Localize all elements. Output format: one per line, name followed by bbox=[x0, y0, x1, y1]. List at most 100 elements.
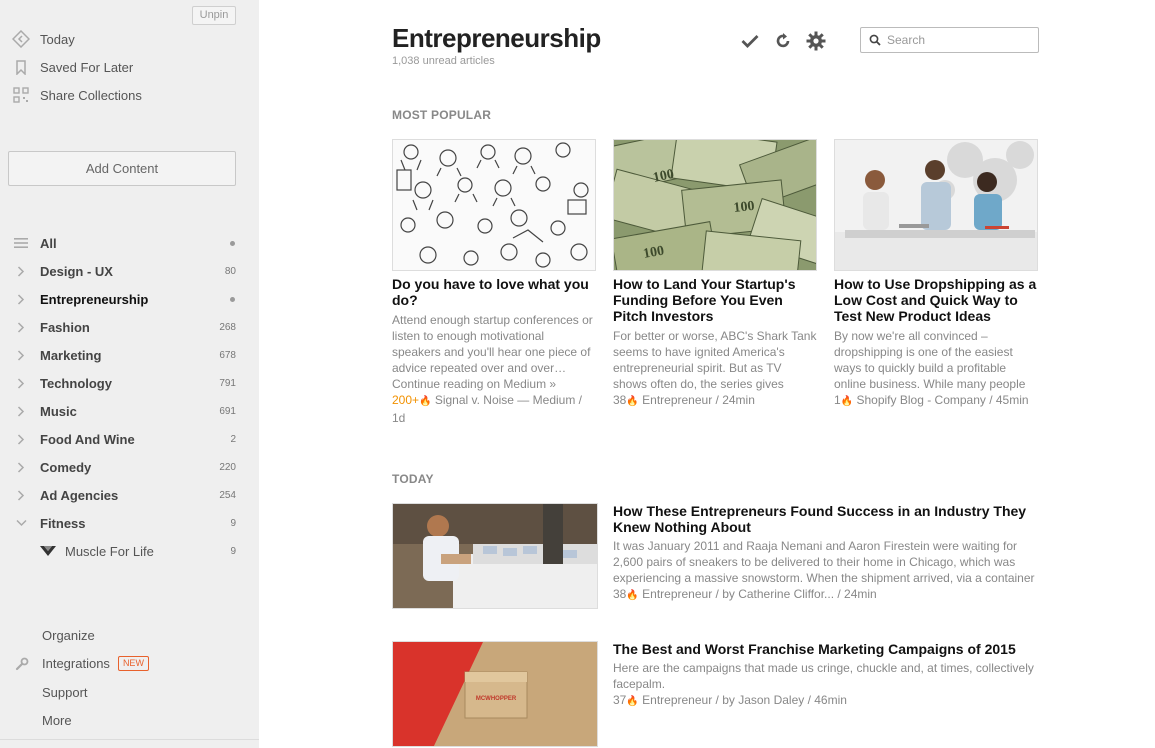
feed-label: Technology bbox=[40, 375, 112, 391]
subfeed-count: 9 bbox=[230, 545, 236, 557]
summary-text: Attend enough startup conferences or lis… bbox=[392, 313, 593, 375]
article-thumbnail-sneakers[interactable] bbox=[392, 503, 598, 609]
nav-share-collections[interactable]: Share Collections bbox=[0, 81, 259, 109]
article-summary: For better or worse, ABC's Shark Tank se… bbox=[613, 329, 817, 391]
article-meta: 1🔥 Shopify Blog - Company / 45min bbox=[834, 392, 1038, 410]
chevron-right-icon[interactable] bbox=[0, 349, 40, 361]
article-source[interactable]: Shopify Blog - Company / 45min bbox=[856, 393, 1028, 407]
nav-share-label: Share Collections bbox=[40, 87, 142, 103]
main-content: Entrepreneurship 1,038 unread articles S… bbox=[259, 0, 1155, 748]
feed-design-ux[interactable]: Design - UX 80 bbox=[0, 257, 259, 285]
feed-label: Fashion bbox=[40, 319, 90, 335]
engagement-count: 1🔥 bbox=[834, 393, 853, 407]
feed-fitness[interactable]: Fitness 9 bbox=[0, 509, 259, 537]
feed-fashion[interactable]: Fashion 268 bbox=[0, 313, 259, 341]
new-badge: NEW bbox=[117, 656, 149, 672]
chevron-right-icon[interactable] bbox=[0, 405, 40, 417]
subfeed-muscle-for-life[interactable]: Muscle For Life 9 bbox=[0, 537, 259, 565]
unread-count: 1,038 unread articles bbox=[392, 55, 495, 67]
refresh-icon bbox=[776, 33, 790, 48]
search-input[interactable] bbox=[887, 33, 1027, 47]
svg-text:100: 100 bbox=[733, 199, 755, 216]
collections-icon bbox=[0, 87, 40, 103]
list-icon bbox=[0, 237, 40, 249]
search-box[interactable] bbox=[860, 27, 1039, 53]
feed-technology[interactable]: Technology 791 bbox=[0, 369, 259, 397]
feed-music[interactable]: Music 691 bbox=[0, 397, 259, 425]
mark-as-read-button[interactable] bbox=[739, 30, 761, 52]
chevron-right-icon[interactable] bbox=[0, 265, 40, 277]
chevron-right-icon[interactable] bbox=[0, 321, 40, 333]
refresh-button[interactable] bbox=[772, 30, 794, 52]
unread-dot bbox=[230, 296, 235, 302]
article-summary: It was January 2011 and Raaja Nemani and… bbox=[613, 539, 1035, 585]
feed-food-and-wine[interactable]: Food And Wine 2 bbox=[0, 425, 259, 453]
wrench-icon bbox=[0, 657, 42, 671]
unpin-button[interactable]: Unpin bbox=[192, 6, 236, 25]
flame-icon: 🔥 bbox=[626, 396, 639, 407]
feed-marketing[interactable]: Marketing 678 bbox=[0, 341, 259, 369]
nav-today[interactable]: Today bbox=[0, 25, 259, 53]
article-row[interactable]: How These Entrepreneurs Found Success in… bbox=[392, 503, 1040, 609]
sidebar: Unpin Today Saved For Later Share Collec… bbox=[0, 0, 259, 748]
support-label: Support bbox=[42, 684, 88, 700]
flame-icon: 🔥 bbox=[419, 396, 432, 407]
nav-integrations[interactable]: Integrations NEW bbox=[0, 650, 259, 679]
chevron-right-icon[interactable] bbox=[0, 489, 40, 501]
feed-comedy[interactable]: Comedy 220 bbox=[0, 453, 259, 481]
chevron-right-icon[interactable] bbox=[0, 461, 40, 473]
flame-icon: 🔥 bbox=[626, 696, 639, 707]
feed-count: 678 bbox=[219, 349, 236, 361]
article-source[interactable]: Entrepreneur / by Jason Daley / 46min bbox=[642, 693, 847, 707]
nav-saved-for-later[interactable]: Saved For Later bbox=[0, 53, 259, 81]
nav-organize[interactable]: Organize bbox=[0, 621, 259, 650]
article-thumbnail-meeting[interactable] bbox=[834, 139, 1038, 271]
continue-reading-link[interactable]: Continue reading on Medium » bbox=[392, 377, 556, 391]
feed-label: Music bbox=[40, 403, 77, 419]
feed-label: Fitness bbox=[40, 515, 86, 531]
section-most-popular: MOST POPULAR bbox=[392, 108, 492, 122]
feed-count: 2 bbox=[230, 433, 236, 445]
feed-label: Food And Wine bbox=[40, 431, 135, 447]
feed-entrepreneurship[interactable]: Entrepreneurship bbox=[0, 285, 259, 313]
search-icon bbox=[869, 34, 881, 46]
engagement-value: 37 bbox=[613, 693, 627, 707]
article-source[interactable]: Entrepreneur / by Catherine Cliffor... /… bbox=[642, 587, 877, 601]
chevron-right-icon[interactable] bbox=[0, 293, 40, 305]
article-title[interactable]: How to Land Your Startup's Funding Befor… bbox=[613, 276, 817, 324]
chevron-down-icon[interactable] bbox=[0, 519, 40, 527]
chevron-right-icon[interactable] bbox=[0, 433, 40, 445]
sidebar-bottom-nav: Organize Integrations NEW Support More bbox=[0, 621, 259, 735]
article-source[interactable]: Entrepreneur / 24min bbox=[642, 393, 755, 407]
article-title[interactable]: How These Entrepreneurs Found Success in… bbox=[613, 503, 1040, 535]
article-title[interactable]: The Best and Worst Franchise Marketing C… bbox=[613, 641, 1040, 657]
feed-label: Entrepreneurship bbox=[40, 291, 149, 307]
feed-count: 254 bbox=[219, 489, 236, 501]
feed-count: 791 bbox=[219, 377, 236, 389]
chevron-right-icon[interactable] bbox=[0, 377, 40, 389]
bookmark-icon bbox=[0, 59, 40, 75]
settings-button[interactable] bbox=[805, 30, 827, 52]
article-card[interactable]: How to Use Dropshipping as a Low Cost an… bbox=[834, 139, 1038, 426]
nav-support[interactable]: Support bbox=[0, 678, 259, 707]
nav-today-label: Today bbox=[40, 31, 75, 47]
article-row[interactable]: MCWHOPPER The Best and Worst Franchise M… bbox=[392, 641, 1040, 747]
feed-ad-agencies[interactable]: Ad Agencies 254 bbox=[0, 481, 259, 509]
article-thumbnail-mcwhopper[interactable]: MCWHOPPER bbox=[392, 641, 598, 747]
article-summary: Here are the campaigns that made us crin… bbox=[613, 661, 1034, 691]
article-summary: By now we're all convinced – dropshippin… bbox=[834, 329, 1026, 391]
article-thumbnail-doodles[interactable] bbox=[392, 139, 596, 271]
article-thumbnail-money[interactable]: 100 100 100 bbox=[613, 139, 817, 271]
article-meta: 37🔥 Entrepreneur / by Jason Daley / 46mi… bbox=[613, 692, 1040, 710]
feed-all[interactable]: All bbox=[0, 229, 259, 257]
article-card[interactable]: 100 100 100 How to Land Your Startup's F… bbox=[613, 139, 817, 426]
unread-dot bbox=[230, 240, 235, 246]
add-content-button[interactable]: Add Content bbox=[8, 151, 236, 186]
more-label: More bbox=[42, 713, 72, 729]
article-title[interactable]: How to Use Dropshipping as a Low Cost an… bbox=[834, 276, 1038, 324]
feed-count: 80 bbox=[224, 265, 236, 277]
article-card[interactable]: Do you have to love what you do? Attend … bbox=[392, 139, 596, 426]
nav-more[interactable]: More bbox=[0, 707, 259, 736]
article-meta: 38🔥 Entrepreneur / 24min bbox=[613, 392, 817, 410]
article-title[interactable]: Do you have to love what you do? bbox=[392, 276, 596, 308]
